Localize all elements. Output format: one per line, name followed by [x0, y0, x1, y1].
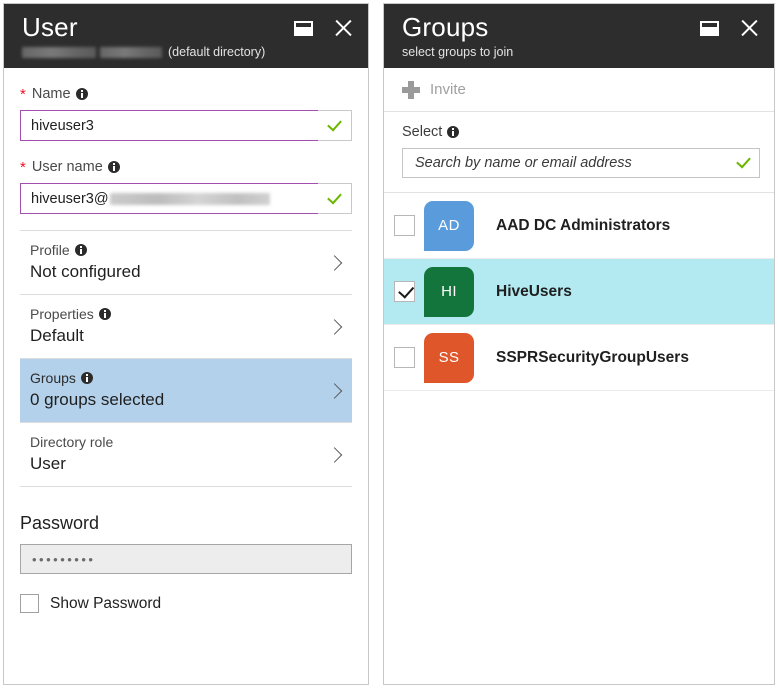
group-name: AAD DC Administrators [496, 216, 671, 234]
nav-row-label: Directory role [30, 434, 318, 450]
group-list: AD AAD DC Administrators HI HiveUsers SS [384, 193, 774, 391]
username-value-prefix: hiveuser3@ [31, 190, 109, 207]
password-input[interactable]: ••••••••• [20, 544, 352, 574]
select-label-text: Select [402, 124, 443, 140]
username-label-text: User name [31, 159, 103, 175]
info-icon[interactable] [98, 308, 111, 320]
show-password-label: Show Password [50, 594, 162, 612]
group-checkbox[interactable] [393, 281, 415, 302]
group-avatar: SS [424, 332, 474, 383]
username-valid-indicator [318, 183, 352, 214]
invite-button-label: Invite [430, 81, 466, 98]
group-list-item[interactable]: AD AAD DC Administrators [384, 193, 774, 259]
user-blade-subtitle: (default directory) [22, 43, 356, 61]
required-indicator: * [20, 85, 26, 103]
group-avatar: AD [424, 200, 474, 251]
group-avatar: HI [424, 266, 474, 317]
nav-row-value: Not configured [30, 262, 141, 281]
group-search-input[interactable]: Search by name or email address [415, 155, 737, 171]
password-section-title: Password [20, 513, 100, 533]
required-indicator: * [20, 158, 26, 176]
groups-blade-window-controls [696, 15, 762, 41]
username-input-wrapper[interactable]: hiveuser3@ [20, 183, 352, 214]
nav-row-label-text: Groups [30, 370, 76, 386]
nav-row-profile[interactable]: Profile Not configured [20, 231, 352, 294]
groups-command-bar: Invite [384, 68, 774, 112]
nav-row-value: 0 groups selected [30, 390, 165, 409]
checkmark-icon [736, 153, 751, 169]
group-avatar-initials: AD [438, 217, 460, 234]
screenshot-root: User (default directory) * Name hiveuser… [0, 0, 778, 688]
nav-row-label: Groups [30, 370, 318, 386]
plus-icon [402, 80, 420, 99]
groups-blade: Groups select groups to join Invite Sele… [383, 3, 775, 685]
nav-row-label: Properties [30, 306, 318, 322]
info-icon[interactable] [80, 372, 93, 384]
group-avatar-initials: HI [441, 283, 457, 300]
user-blade-window-controls [290, 15, 356, 41]
nav-row-groups[interactable]: Groups 0 groups selected [20, 359, 352, 422]
nav-row-value: Default [30, 326, 84, 345]
nav-row-label: Profile [30, 242, 318, 258]
nav-row-value: User [30, 454, 66, 473]
checkmark-icon [327, 188, 342, 205]
redacted-domain [109, 192, 270, 205]
group-checkbox-cell[interactable] [384, 215, 424, 236]
maximize-button[interactable] [290, 15, 316, 41]
nav-row-directory-role[interactable]: Directory role User [20, 423, 352, 486]
nav-row-list: Profile Not configured Properties Defaul… [20, 231, 352, 487]
name-input-wrapper[interactable]: hiveuser3 [20, 110, 352, 141]
group-avatar-initials: SS [438, 349, 460, 366]
select-section: Select Search by name or email address [384, 112, 774, 193]
nav-row-label-text: Properties [30, 306, 94, 322]
maximize-icon [293, 20, 313, 36]
nav-row-label-text: Directory role [30, 434, 114, 450]
name-field-label: * Name [20, 86, 352, 102]
info-icon[interactable] [75, 88, 88, 100]
redacted-tenant-word-2 [100, 47, 162, 59]
group-checkbox-cell[interactable] [384, 347, 424, 368]
close-button[interactable] [330, 15, 356, 41]
groups-blade-titlebar: Groups select groups to join [384, 4, 774, 68]
groups-blade-subtitle: select groups to join [402, 45, 514, 59]
group-name: HiveUsers [496, 282, 572, 300]
user-blade: User (default directory) * Name hiveuser… [3, 3, 369, 685]
show-password-checkbox[interactable] [20, 594, 39, 613]
invite-button[interactable]: Invite [402, 80, 466, 99]
group-checkbox-cell[interactable] [384, 281, 424, 302]
group-checkbox[interactable] [393, 347, 415, 368]
group-checkbox[interactable] [393, 215, 415, 236]
default-directory-label: (default directory) [168, 45, 266, 59]
info-icon[interactable] [447, 126, 460, 138]
redacted-tenant-word-1 [22, 47, 96, 59]
group-search-wrapper[interactable]: Search by name or email address [402, 148, 760, 178]
checkmark-icon [327, 115, 342, 132]
info-icon[interactable] [107, 161, 120, 173]
name-label-text: Name [31, 86, 71, 102]
maximize-icon [699, 20, 719, 36]
name-input[interactable]: hiveuser3 [20, 110, 318, 141]
username-field-label: * User name [20, 159, 352, 175]
nav-row-properties[interactable]: Properties Default [20, 295, 352, 358]
select-label: Select [402, 124, 760, 140]
close-button[interactable] [736, 15, 762, 41]
name-valid-indicator [318, 110, 352, 141]
nav-row-label-text: Profile [30, 242, 70, 258]
chevron-right-icon [326, 382, 343, 399]
user-blade-titlebar: User (default directory) [4, 4, 368, 68]
show-password-row[interactable]: Show Password [20, 594, 352, 613]
maximize-button[interactable] [696, 15, 722, 41]
chevron-right-icon [326, 254, 343, 271]
user-blade-body: * Name hiveuser3 * User name hiveuser3@ [4, 68, 368, 613]
username-input[interactable]: hiveuser3@ [20, 183, 318, 214]
close-icon [739, 18, 759, 38]
group-list-item[interactable]: SS SSPRSecurityGroupUsers [384, 325, 774, 391]
group-list-item[interactable]: HI HiveUsers [384, 259, 774, 325]
chevron-right-icon [326, 446, 343, 463]
chevron-right-icon [326, 318, 343, 335]
info-icon[interactable] [74, 244, 87, 256]
group-name: SSPRSecurityGroupUsers [496, 348, 689, 366]
close-icon [333, 18, 353, 38]
